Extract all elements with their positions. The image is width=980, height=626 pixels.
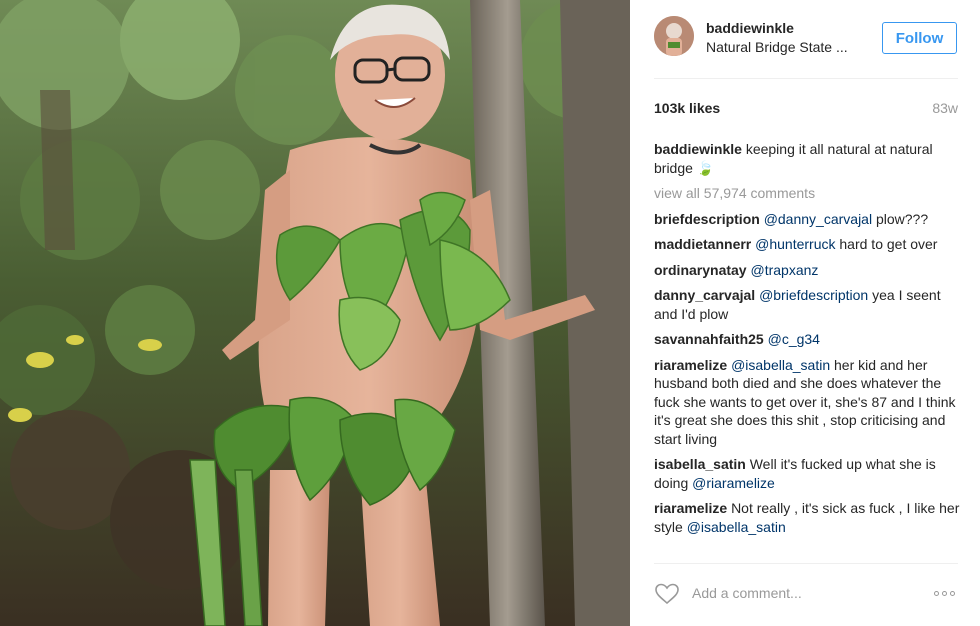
comment-item: riaramelize @isabella_satin her kid and … [654, 356, 960, 449]
comment-mention[interactable]: @hunterruck [755, 236, 835, 252]
comment-text: hard to get over [835, 236, 938, 252]
dot-icon [934, 590, 939, 596]
comment-text: plow??? [872, 210, 929, 227]
likes-count[interactable]: 103k likes [654, 100, 720, 116]
comment-username[interactable]: riaramelize [654, 500, 727, 516]
comment-item: riaramelize Not really , it's sick as fu… [654, 499, 960, 536]
comment-item: ordinarynatay @trapxanz [654, 261, 960, 280]
forest-photo [0, 0, 630, 626]
comment-mention[interactable]: @c_g34 [768, 331, 820, 347]
comment-username[interactable]: maddietannerr [654, 236, 751, 252]
comment-mention[interactable]: @riaramelize [692, 475, 775, 491]
dot-icon [942, 590, 947, 596]
comment-username[interactable]: danny_carvajal [654, 287, 755, 303]
comment-item: briefdescription @danny_carvajal plow??? [654, 210, 960, 229]
heart-icon[interactable] [654, 582, 680, 606]
dot-icon [950, 590, 955, 596]
comment-username[interactable]: briefdescription [654, 211, 760, 227]
add-comment-input[interactable]: Add a comment... [692, 585, 802, 601]
post-location[interactable]: Natural Bridge State ... [706, 39, 876, 55]
comment-item: savannahfaith25 @c_g34 [654, 330, 960, 349]
post-photo[interactable] [0, 0, 630, 626]
comments-list[interactable]: baddiewinkle keeping it all natural at n… [654, 140, 960, 560]
post-username[interactable]: baddiewinkle [706, 20, 794, 36]
comment-mention[interactable]: @danny_carvajal [764, 211, 872, 227]
header-divider [654, 78, 958, 79]
comment-username[interactable]: ordinarynatay [654, 262, 747, 278]
comment-mention[interactable]: @isabella_satin [731, 357, 830, 373]
avatar[interactable] [654, 16, 694, 56]
comment-bar: Add a comment... [654, 578, 962, 608]
follow-button[interactable]: Follow [882, 22, 957, 54]
comment-username[interactable]: savannahfaith25 [654, 331, 764, 347]
caption: baddiewinkle keeping it all natural at n… [654, 140, 960, 177]
comment-item: maddietannerr @hunterruck hard to get ov… [654, 235, 960, 254]
post-time[interactable]: 83w [932, 100, 958, 116]
more-options-icon[interactable] [934, 586, 960, 600]
comment-mention[interactable]: @trapxanz [750, 262, 818, 278]
comment-username[interactable]: riaramelize [654, 357, 727, 373]
avatar-image [654, 16, 694, 56]
comment-item: isabella_satin Well it's fucked up what … [654, 455, 960, 492]
comment-mention[interactable]: @isabella_satin [687, 519, 786, 535]
caption-username[interactable]: baddiewinkle [654, 141, 742, 157]
comment-username[interactable]: isabella_satin [654, 456, 746, 472]
footer-divider [654, 563, 958, 564]
comment-item: danny_carvajal @briefdescription yea I s… [654, 286, 960, 323]
post-header: baddiewinkle Natural Bridge State ... Fo… [654, 16, 962, 64]
likes-row: 103k likes 83w [654, 100, 958, 120]
comment-mention[interactable]: @briefdescription [759, 287, 868, 303]
view-all-comments[interactable]: view all 57,974 comments [654, 184, 960, 203]
post-sidebar: baddiewinkle Natural Bridge State ... Fo… [630, 0, 980, 626]
